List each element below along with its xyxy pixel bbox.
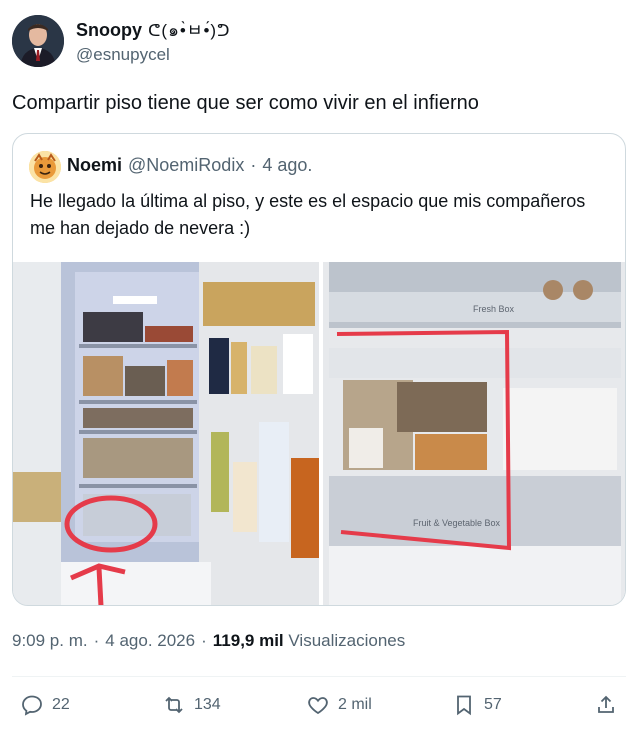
tweet-date[interactable]: 4 ago. 2026 bbox=[105, 631, 195, 651]
meta-separator: · bbox=[93, 631, 100, 650]
heart-icon bbox=[308, 697, 328, 715]
author-avatar[interactable] bbox=[12, 15, 64, 67]
tweet-time[interactable]: 9:09 p. m. bbox=[12, 631, 88, 651]
fruit-vegetable-box-label: Fruit & Vegetable Box bbox=[413, 518, 501, 528]
quote-separator: · bbox=[250, 155, 257, 175]
views-label: Visualizaciones bbox=[288, 631, 406, 650]
author-handle[interactable]: @esnupycel bbox=[76, 45, 170, 65]
bookmark-count: 57 bbox=[484, 696, 502, 713]
author-avatar-image bbox=[12, 15, 64, 67]
quote-text: He llegado la última al piso, y este es … bbox=[30, 191, 586, 238]
share-button[interactable] bbox=[594, 693, 618, 717]
fridge-photo-right-image: Fresh Box Fruit & Vegetable Box bbox=[323, 262, 625, 605]
reply-icon bbox=[22, 695, 42, 716]
divider bbox=[12, 676, 626, 677]
like-count: 2 mil bbox=[338, 696, 372, 713]
tweet-meta: 9:09 p. m. · 4 ago. 2026 · 119,9 mil Vis… bbox=[12, 631, 405, 651]
quote-header: Noemi @NoemiRodix · 4 ago. bbox=[67, 155, 312, 176]
bookmark-button[interactable]: 57 bbox=[452, 693, 502, 717]
retweet-button[interactable]: 134 bbox=[162, 693, 221, 717]
reply-button[interactable]: 22 bbox=[20, 693, 70, 717]
meta-separator: · bbox=[201, 631, 207, 650]
fridge-photo-left[interactable] bbox=[13, 262, 319, 605]
quote-avatar-image bbox=[29, 151, 61, 183]
retweet-count: 134 bbox=[194, 696, 221, 713]
author-name[interactable]: Snoopy bbox=[76, 20, 142, 41]
quote-author-handle[interactable]: @NoemiRodix bbox=[128, 155, 244, 176]
quote-author-name[interactable]: Noemi bbox=[67, 155, 122, 176]
tweet-text: Compartir piso tiene que ser como vivir … bbox=[12, 92, 479, 114]
reply-count: 22 bbox=[52, 696, 70, 713]
fridge-photo-left-image bbox=[13, 262, 319, 605]
bookmark-icon bbox=[457, 695, 471, 716]
views-count: 119,9 mil bbox=[212, 631, 284, 650]
fresh-box-label: Fresh Box bbox=[473, 304, 515, 314]
fridge-photo-right[interactable]: Fresh Box Fruit & Vegetable Box bbox=[323, 262, 625, 605]
quoted-tweet-card[interactable]: Noemi @NoemiRodix · 4 ago. He llegado la… bbox=[12, 133, 626, 606]
tweet-actions: 22 134 2 mil 57 bbox=[0, 693, 638, 723]
share-icon bbox=[598, 695, 614, 713]
quote-date[interactable]: 4 ago. bbox=[262, 155, 312, 176]
author-name-row[interactable]: Snoopy ᕦ(๑•̀ㅂ•́)ᕤ bbox=[76, 18, 230, 42]
quote-author-avatar[interactable] bbox=[29, 151, 61, 183]
like-button[interactable]: 2 mil bbox=[306, 693, 372, 717]
retweet-icon bbox=[165, 696, 183, 714]
author-name-emoji: ᕦ(๑•̀ㅂ•́)ᕤ bbox=[148, 21, 231, 40]
